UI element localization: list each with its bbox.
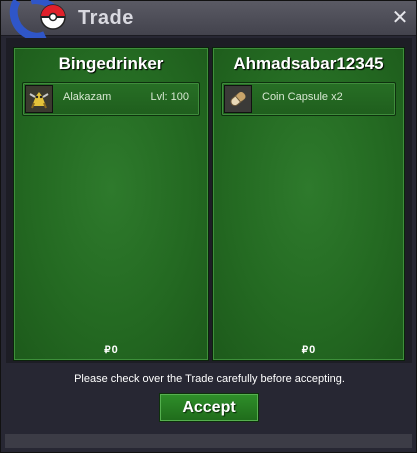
pokedollar-icon: ₽ (301, 345, 309, 356)
coin-capsule-icon (224, 85, 252, 113)
left-item-slot[interactable]: Alakazam Lvl: 100 (22, 82, 200, 116)
trade-notice: Please check over the Trade carefully be… (74, 373, 345, 385)
right-item-quantity: x2 (331, 91, 343, 103)
right-item-slot[interactable]: Coin Capsule x2 (221, 82, 396, 116)
accept-button[interactable]: Accept (159, 393, 259, 422)
right-money: ₽0 (213, 344, 404, 356)
alakazam-icon (25, 85, 53, 113)
window-bottom-border (5, 434, 412, 448)
right-money-value: 0 (309, 344, 316, 356)
left-money: ₽0 (14, 344, 208, 356)
left-trade-panel: Bingedrinker Alakazam Lvl: 100 ₽0 (13, 47, 209, 361)
right-trade-panel: Ahmadsabar12345 Coin Capsule x2 ₽0 (212, 47, 405, 361)
window-title: Trade (78, 7, 134, 29)
left-item-level: Lvl: 100 (150, 91, 189, 103)
trade-window: Trade ✕ Bingedrinker Alakazam Lvl: 100 ₽… (0, 0, 417, 453)
right-item-name: Coin Capsule x2 (262, 91, 343, 103)
left-money-value: 0 (111, 344, 118, 356)
title-bar[interactable]: Trade ✕ (1, 0, 416, 41)
pokedollar-icon: ₽ (104, 345, 111, 356)
pokeball-logo-icon (9, 0, 66, 41)
right-player-name: Ahmadsabar12345 (233, 54, 384, 73)
left-item-name: Alakazam (63, 91, 112, 103)
close-icon[interactable]: ✕ (390, 7, 410, 27)
left-player-name: Bingedrinker (58, 54, 164, 73)
